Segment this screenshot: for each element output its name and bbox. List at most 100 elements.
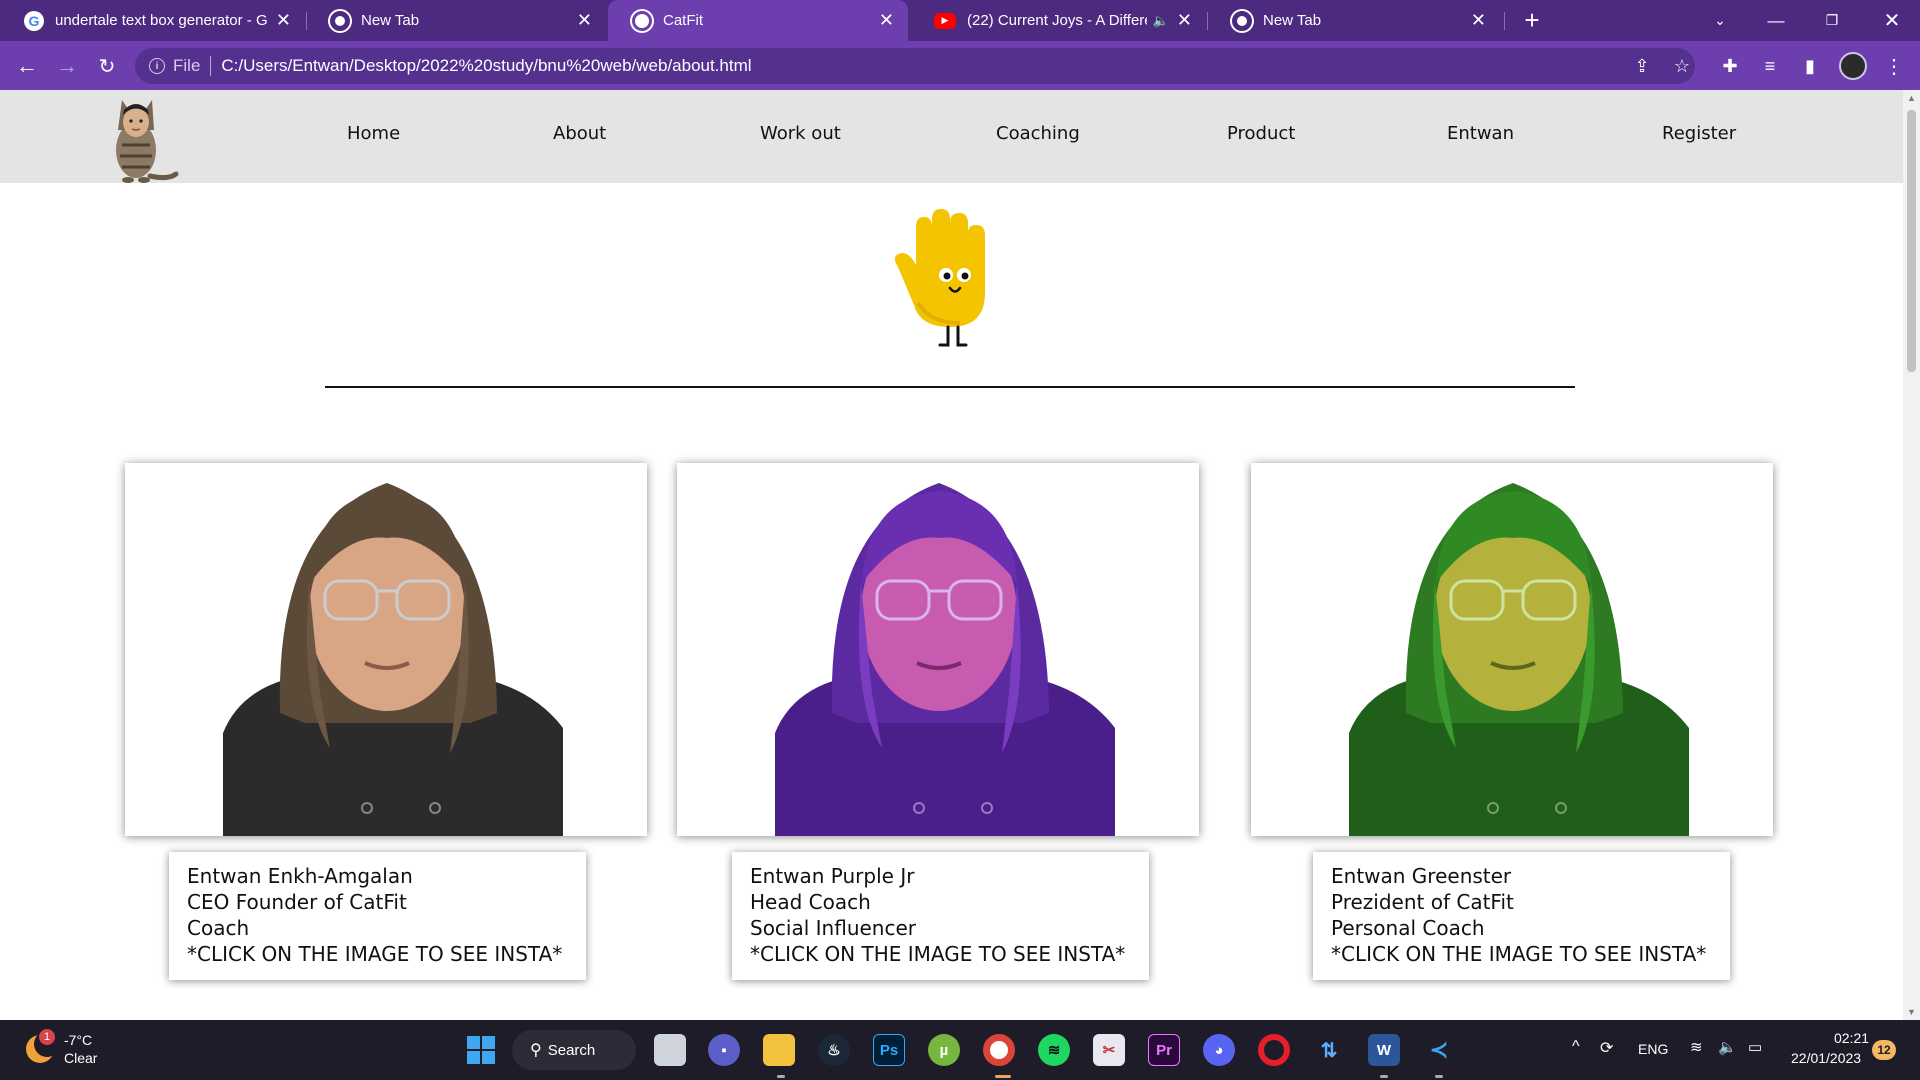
address-bar[interactable]: i File C:/Users/Entwan/Desktop/2022%20st… — [135, 48, 1695, 84]
coach-photo-green[interactable] — [1251, 463, 1773, 836]
coach-role: Social Influencer — [750, 916, 917, 940]
language-indicator[interactable]: ENG — [1638, 1041, 1668, 1057]
coach-photo-purple[interactable] — [677, 463, 1199, 836]
speaker-icon[interactable]: 🔈 — [1153, 13, 1169, 29]
tab-catfit[interactable]: CatFit ✕ — [608, 0, 908, 41]
close-tab-icon[interactable]: ✕ — [1177, 10, 1192, 31]
volume-icon[interactable]: 🔈 — [1718, 1038, 1737, 1056]
tab-title: (22) Current Joys - A Differen — [967, 12, 1147, 29]
coach-insta-hint: *CLICK ON THE IMAGE TO SEE INSTA* — [1331, 942, 1707, 966]
scroll-up-arrow-icon[interactable]: ▲ — [1903, 90, 1920, 106]
taskbar-search[interactable]: ⚲ Search — [512, 1030, 636, 1070]
extensions-puzzle-icon[interactable]: ✚ — [1712, 48, 1748, 84]
nav-product[interactable]: Product — [1227, 123, 1295, 144]
coach-role: Prezident of CatFit — [1331, 890, 1514, 914]
tab-new-tab-1[interactable]: New Tab ✕ — [306, 0, 606, 41]
close-window-icon[interactable]: ✕ — [1864, 0, 1920, 41]
spotify-icon[interactable]: ≋ — [1038, 1034, 1070, 1066]
task-view-icon[interactable] — [654, 1034, 686, 1066]
coach-name: Entwan Greenster — [1331, 864, 1512, 888]
coach-role: Personal Coach — [1331, 916, 1485, 940]
weather-temp: -7°C — [64, 1032, 93, 1048]
tab-strip: G undertale text box generator - G ✕ New… — [0, 0, 1920, 41]
coach-photo-natural[interactable] — [125, 463, 647, 836]
opera-icon[interactable] — [1258, 1034, 1290, 1066]
reload-icon[interactable]: ↻ — [90, 49, 124, 83]
tab-current-joys[interactable]: ▶ (22) Current Joys - A Differen 🔈 ✕ — [910, 0, 1206, 41]
site-header: Home About Work out Coaching Product Ent… — [0, 90, 1903, 183]
utorrent-icon[interactable]: µ — [928, 1034, 960, 1066]
file-explorer-icon[interactable] — [763, 1034, 795, 1066]
url-text[interactable]: C:/Users/Entwan/Desktop/2022%20study/bnu… — [221, 56, 751, 76]
globe-icon — [632, 10, 652, 31]
bookmark-star-icon[interactable]: ☆ — [1664, 48, 1700, 84]
running-indicator — [995, 1075, 1011, 1078]
weather-widget[interactable]: 1 -7°C Clear — [26, 1029, 97, 1067]
clock-time[interactable]: 02:21 — [1834, 1030, 1869, 1046]
toolbar: ← → ↻ i File C:/Users/Entwan/Desktop/202… — [0, 41, 1920, 90]
info-icon[interactable]: i — [149, 58, 165, 74]
new-tab-button[interactable]: + — [1504, 0, 1560, 41]
share-icon[interactable]: ⇪ — [1624, 48, 1660, 84]
page-scrollbar[interactable]: ▲ ▼ — [1903, 90, 1920, 1020]
photoshop-icon[interactable]: Ps — [873, 1034, 905, 1066]
close-tab-icon[interactable]: ✕ — [1471, 10, 1486, 31]
running-indicator — [777, 1075, 785, 1078]
forward-arrow-icon[interactable]: → — [50, 49, 84, 83]
scheme-label: File — [173, 56, 201, 75]
close-tab-icon[interactable]: ✕ — [879, 10, 894, 31]
minimize-icon[interactable]: — — [1748, 0, 1804, 41]
notification-badge[interactable]: 12 — [1872, 1040, 1896, 1060]
coach-caption: Entwan Enkh-Amgalan CEO Founder of CatFi… — [169, 852, 586, 980]
nav-home[interactable]: Home — [347, 123, 400, 144]
premiere-pro-icon[interactable]: Pr — [1148, 1034, 1180, 1066]
network-tool-icon[interactable]: ⇅ — [1313, 1034, 1345, 1066]
restore-icon[interactable]: ❐ — [1804, 0, 1860, 41]
coach-photo-card[interactable] — [677, 463, 1199, 836]
search-label: Search — [547, 1041, 596, 1059]
windows-start-icon[interactable] — [465, 1034, 497, 1066]
clock-date[interactable]: 22/01/2023 — [1791, 1050, 1861, 1066]
side-panel-icon[interactable]: ▮ — [1792, 48, 1828, 84]
tab-undertale[interactable]: G undertale text box generator - G ✕ — [0, 0, 305, 41]
chrome-icon[interactable] — [983, 1034, 1015, 1066]
menu-kebab-icon[interactable]: ⋮ — [1876, 48, 1912, 84]
scroll-down-arrow-icon[interactable]: ▼ — [1903, 1004, 1920, 1020]
snipping-tool-icon[interactable]: ✂ — [1093, 1034, 1125, 1066]
nav-register[interactable]: Register — [1662, 123, 1736, 144]
catfit-logo-cat[interactable] — [98, 90, 180, 185]
teams-chat-icon[interactable]: ▪ — [708, 1034, 740, 1066]
coach-role: Head Coach — [750, 890, 871, 914]
discord-icon[interactable]: ◕ — [1203, 1034, 1235, 1066]
scroll-thumb[interactable] — [1907, 110, 1916, 372]
close-tab-icon[interactable]: ✕ — [276, 10, 291, 31]
search-icon: ⚲ — [530, 1042, 542, 1059]
media-queue-icon[interactable]: ≡ — [1752, 48, 1788, 84]
running-indicator — [1380, 1075, 1388, 1078]
battery-icon[interactable]: ▭ — [1748, 1038, 1762, 1056]
vscode-icon[interactable]: ≺ — [1423, 1034, 1455, 1066]
waving-hand-mascot — [894, 209, 985, 347]
youtube-icon: ▶ — [934, 12, 956, 29]
wifi-icon[interactable]: ≋ — [1690, 1038, 1703, 1056]
page-viewport: Home About Work out Coaching Product Ent… — [0, 90, 1903, 1020]
nav-about[interactable]: About — [553, 123, 606, 144]
tray-chevron-icon[interactable]: ^ — [1572, 1038, 1580, 1056]
word-icon[interactable]: W — [1368, 1034, 1400, 1066]
coach-insta-hint: *CLICK ON THE IMAGE TO SEE INSTA* — [750, 942, 1126, 966]
coach-role: Coach — [187, 916, 250, 940]
sync-icon[interactable]: ⟳ — [1600, 1038, 1613, 1058]
coach-photo-card[interactable] — [1251, 463, 1773, 836]
close-tab-icon[interactable]: ✕ — [577, 10, 592, 31]
coach-photo-card[interactable] — [125, 463, 647, 836]
profile-avatar[interactable] — [1839, 52, 1867, 80]
tab-search-chevron-icon[interactable]: ⌄ — [1692, 0, 1748, 41]
tab-title: New Tab — [361, 12, 420, 29]
tab-new-tab-2[interactable]: New Tab ✕ — [1208, 0, 1500, 41]
nav-coaching[interactable]: Coaching — [996, 123, 1080, 144]
back-arrow-icon[interactable]: ← — [10, 49, 44, 83]
nav-entwan[interactable]: Entwan — [1447, 123, 1514, 144]
steam-icon[interactable]: ♨ — [818, 1034, 850, 1066]
coach-name: Entwan Enkh-Amgalan — [187, 864, 413, 888]
nav-work-out[interactable]: Work out — [760, 123, 841, 144]
